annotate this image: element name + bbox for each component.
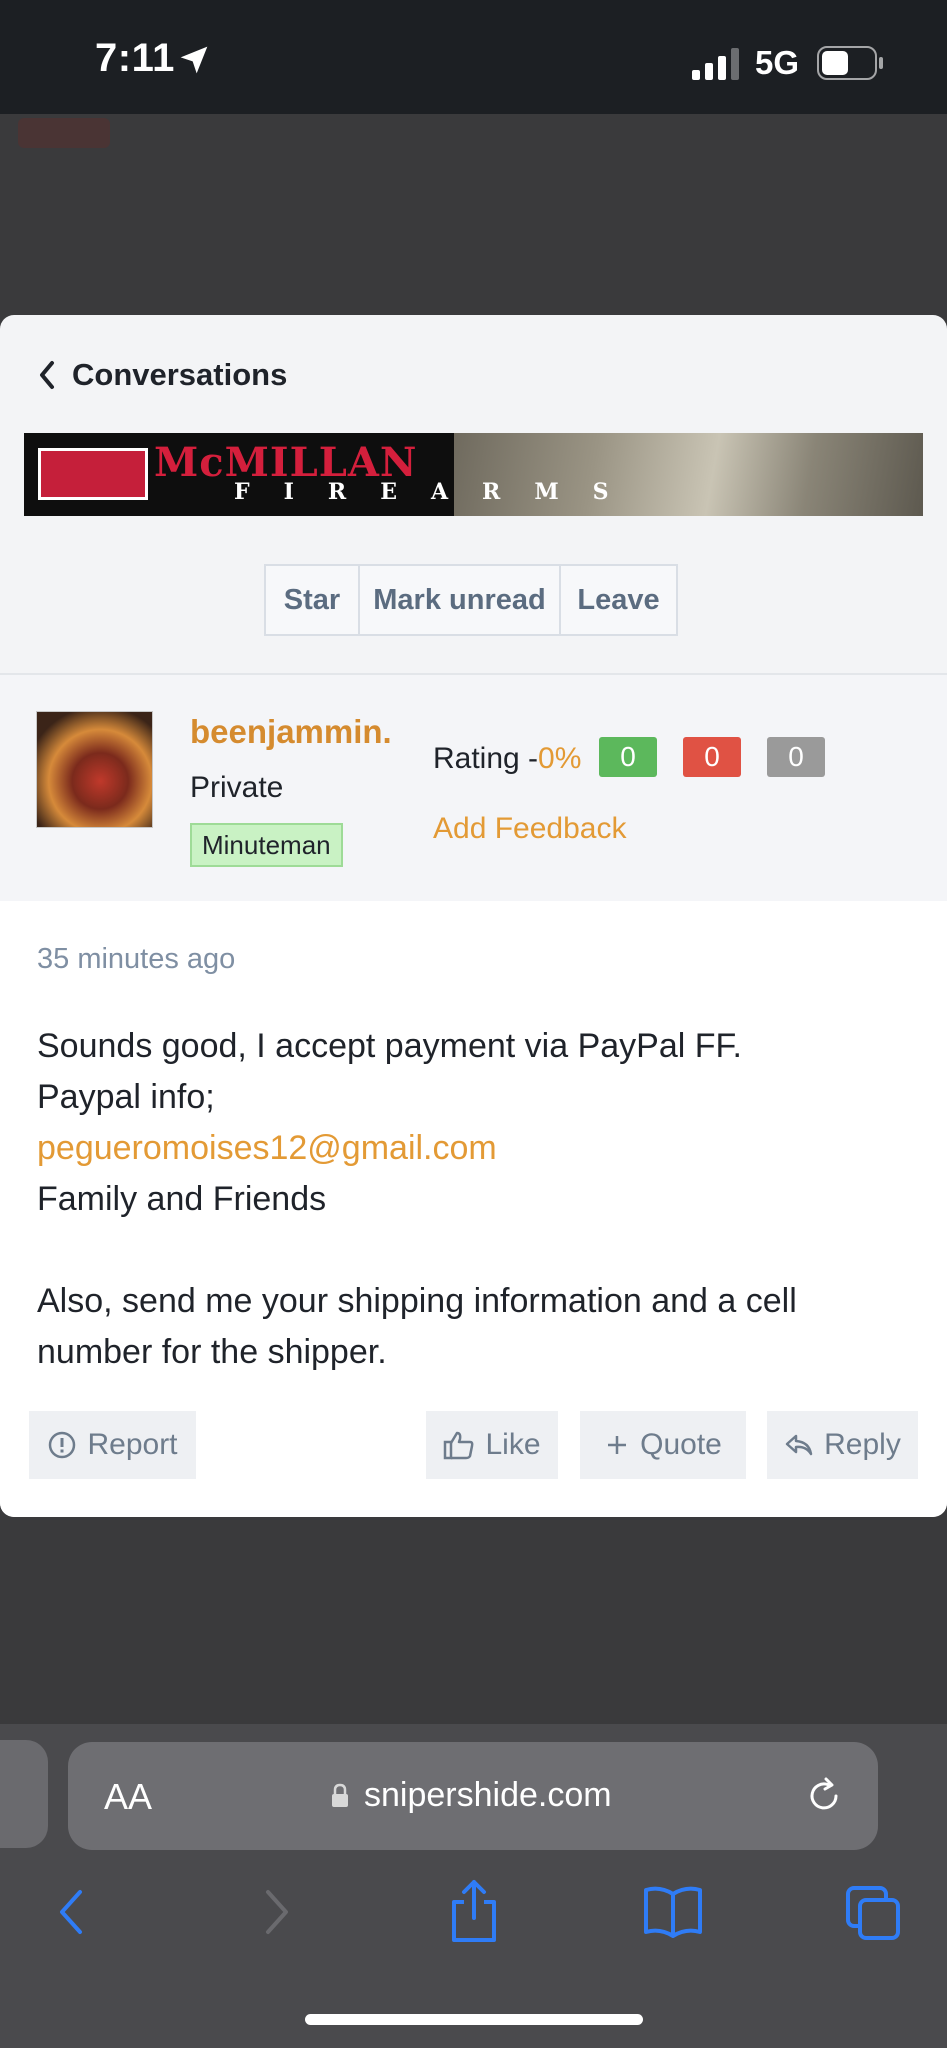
negative-feedback-count[interactable]: 0: [683, 737, 741, 777]
mcmillan-banner-ad[interactable]: McMILLAN FIREARMS: [24, 433, 923, 516]
report-label: Report: [87, 1428, 178, 1461]
message-line: Family and Friends: [37, 1180, 327, 1218]
home-indicator: [305, 2014, 643, 2025]
message-post: 35 minutes ago Sounds good, I accept pay…: [0, 901, 947, 1517]
positive-feedback-count[interactable]: 0: [599, 737, 657, 777]
url-display[interactable]: snipershide.com: [330, 1776, 612, 1815]
message-line: Sounds good, I accept payment via PayPal…: [37, 1027, 742, 1065]
user-badge: Minuteman: [190, 823, 343, 867]
username-link[interactable]: beenjammin.: [190, 713, 392, 751]
alert-circle-icon: [49, 1431, 76, 1459]
message-timestamp[interactable]: 35 minutes ago: [37, 943, 235, 976]
email-link[interactable]: pegueromoises12@gmail.com: [37, 1123, 917, 1174]
chevron-left-icon: [40, 361, 54, 389]
neutral-feedback-count[interactable]: 0: [767, 737, 825, 777]
conversation-actions: Star Mark unread Leave: [264, 564, 678, 636]
message-line: Also, send me your shipping information …: [37, 1282, 797, 1371]
message-line: Paypal info;: [37, 1078, 215, 1116]
avatar[interactable]: [36, 711, 153, 828]
like-button[interactable]: Like: [426, 1411, 558, 1479]
location-arrow-icon: [180, 46, 208, 74]
report-button[interactable]: Report: [29, 1411, 196, 1479]
reply-arrow-icon: [785, 1434, 813, 1456]
share-icon[interactable]: [446, 1878, 502, 1944]
rating: Rating - 0%: [433, 737, 581, 781]
thumbs-up-icon: [444, 1431, 474, 1460]
star-button[interactable]: Star: [266, 566, 360, 634]
back-icon[interactable]: [52, 1884, 92, 1940]
mcmillan-logo-icon: [38, 448, 148, 500]
leave-button[interactable]: Leave: [561, 566, 676, 634]
clock: 7:11: [95, 36, 175, 80]
reader-settings-button[interactable]: AA: [104, 1776, 152, 1818]
back-label: Conversations: [72, 357, 288, 392]
address-bar[interactable]: AA snipershide.com: [68, 1742, 878, 1850]
background-logo: [18, 118, 110, 148]
reply-label: Reply: [824, 1428, 901, 1461]
message-body: Sounds good, I accept payment via PayPal…: [37, 1021, 917, 1378]
reply-button[interactable]: Reply: [767, 1411, 918, 1479]
url-text: snipershide.com: [364, 1776, 612, 1814]
quote-label: Quote: [640, 1428, 722, 1461]
mark-unread-button[interactable]: Mark unread: [360, 566, 561, 634]
add-feedback-link[interactable]: Add Feedback: [433, 812, 626, 846]
forward-icon[interactable]: [256, 1884, 296, 1940]
banner-subtitle: FIREARMS: [234, 479, 643, 505]
rating-percent: 0%: [538, 742, 582, 775]
status-bar: 7:11 5G: [0, 0, 947, 114]
like-label: Like: [485, 1428, 541, 1461]
network-type: 5G: [755, 44, 800, 81]
user-title: Private: [190, 771, 284, 804]
browser-chrome: AA snipershide.com: [0, 1724, 947, 2048]
message-actions: Report Like Quote Reply: [0, 1411, 947, 1479]
reload-icon[interactable]: [804, 1776, 844, 1816]
plus-icon: [608, 1436, 627, 1454]
cellular-signal-icon: [692, 48, 739, 80]
battery-icon: [817, 46, 883, 80]
previous-tab-preview[interactable]: [0, 1740, 48, 1848]
lock-icon: [332, 1783, 348, 1807]
quote-button[interactable]: Quote: [580, 1411, 746, 1479]
browser-toolbar: [0, 1880, 947, 1974]
message-user-info: beenjammin. Private Minuteman Rating - 0…: [0, 673, 947, 901]
conversation-modal: Conversations McMILLAN FIREARMS Star Mar…: [0, 315, 947, 1517]
tabs-icon[interactable]: [844, 1884, 902, 1942]
back-to-conversations[interactable]: Conversations: [36, 355, 287, 395]
rating-label: Rating -: [433, 742, 539, 775]
bookmarks-icon[interactable]: [642, 1884, 704, 1940]
